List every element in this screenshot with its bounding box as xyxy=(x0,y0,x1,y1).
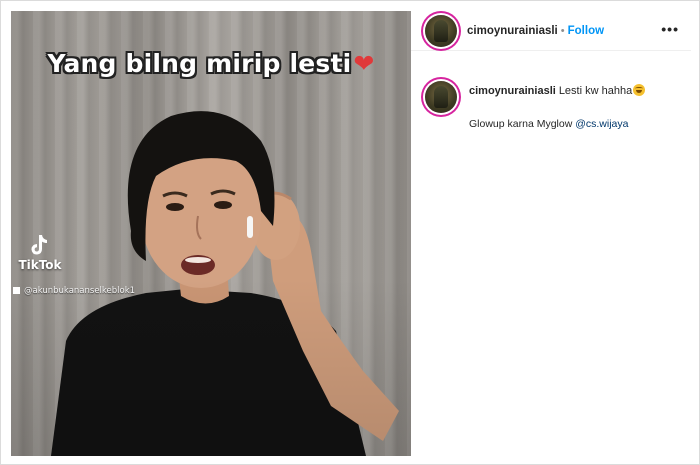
header-username[interactable]: cimoynurainiasli xyxy=(467,25,558,37)
post-sidebar: cimoynurainiasli • Follow ••• cimoynuraini… xyxy=(411,11,691,456)
mention-link[interactable]: @cs.wijaya xyxy=(575,118,628,130)
overlay-caption-text: Yang bilng mirip lesti xyxy=(47,49,352,78)
caption-line: cimoynurainiasli Lesti kw hahha xyxy=(469,84,646,97)
post-video[interactable]: Yang bilng mirip lesti❤ TikTok @akunbuka… xyxy=(11,11,411,456)
caption-line2-text: Glowup karna Myglow xyxy=(469,118,573,130)
tiktok-icon xyxy=(31,235,47,255)
caption-username[interactable]: cimoynurainiasli xyxy=(469,85,556,97)
tiktok-handle: @akunbukananselkeblok1 xyxy=(13,286,135,296)
follow-button[interactable]: Follow xyxy=(568,25,604,37)
caption-second-line: Glowup karna Myglow @cs.wijaya xyxy=(469,118,628,130)
caption-avatar[interactable] xyxy=(425,81,457,113)
separator-dot: • xyxy=(560,25,565,37)
laughing-emoji-icon xyxy=(633,84,646,96)
tiktok-mini-icon xyxy=(13,287,20,294)
tiktok-brand-text: TikTok xyxy=(18,258,62,272)
heart-icon: ❤ xyxy=(353,49,375,78)
video-overlay-caption: Yang bilng mirip lesti❤ xyxy=(11,49,411,78)
avatar[interactable] xyxy=(425,15,457,47)
caption-text: Lesti kw hahha xyxy=(558,85,633,97)
more-options-icon[interactable]: ••• xyxy=(661,21,679,37)
tiktok-watermark: TikTok xyxy=(17,233,63,272)
post-frame: Yang bilng mirip lesti❤ TikTok @akunbuka… xyxy=(0,0,700,465)
post-header: cimoynurainiasli • Follow ••• xyxy=(411,11,691,51)
tiktok-handle-text: @akunbukananselkeblok1 xyxy=(24,286,136,296)
header-user-line: cimoynurainiasli • Follow xyxy=(467,23,604,37)
